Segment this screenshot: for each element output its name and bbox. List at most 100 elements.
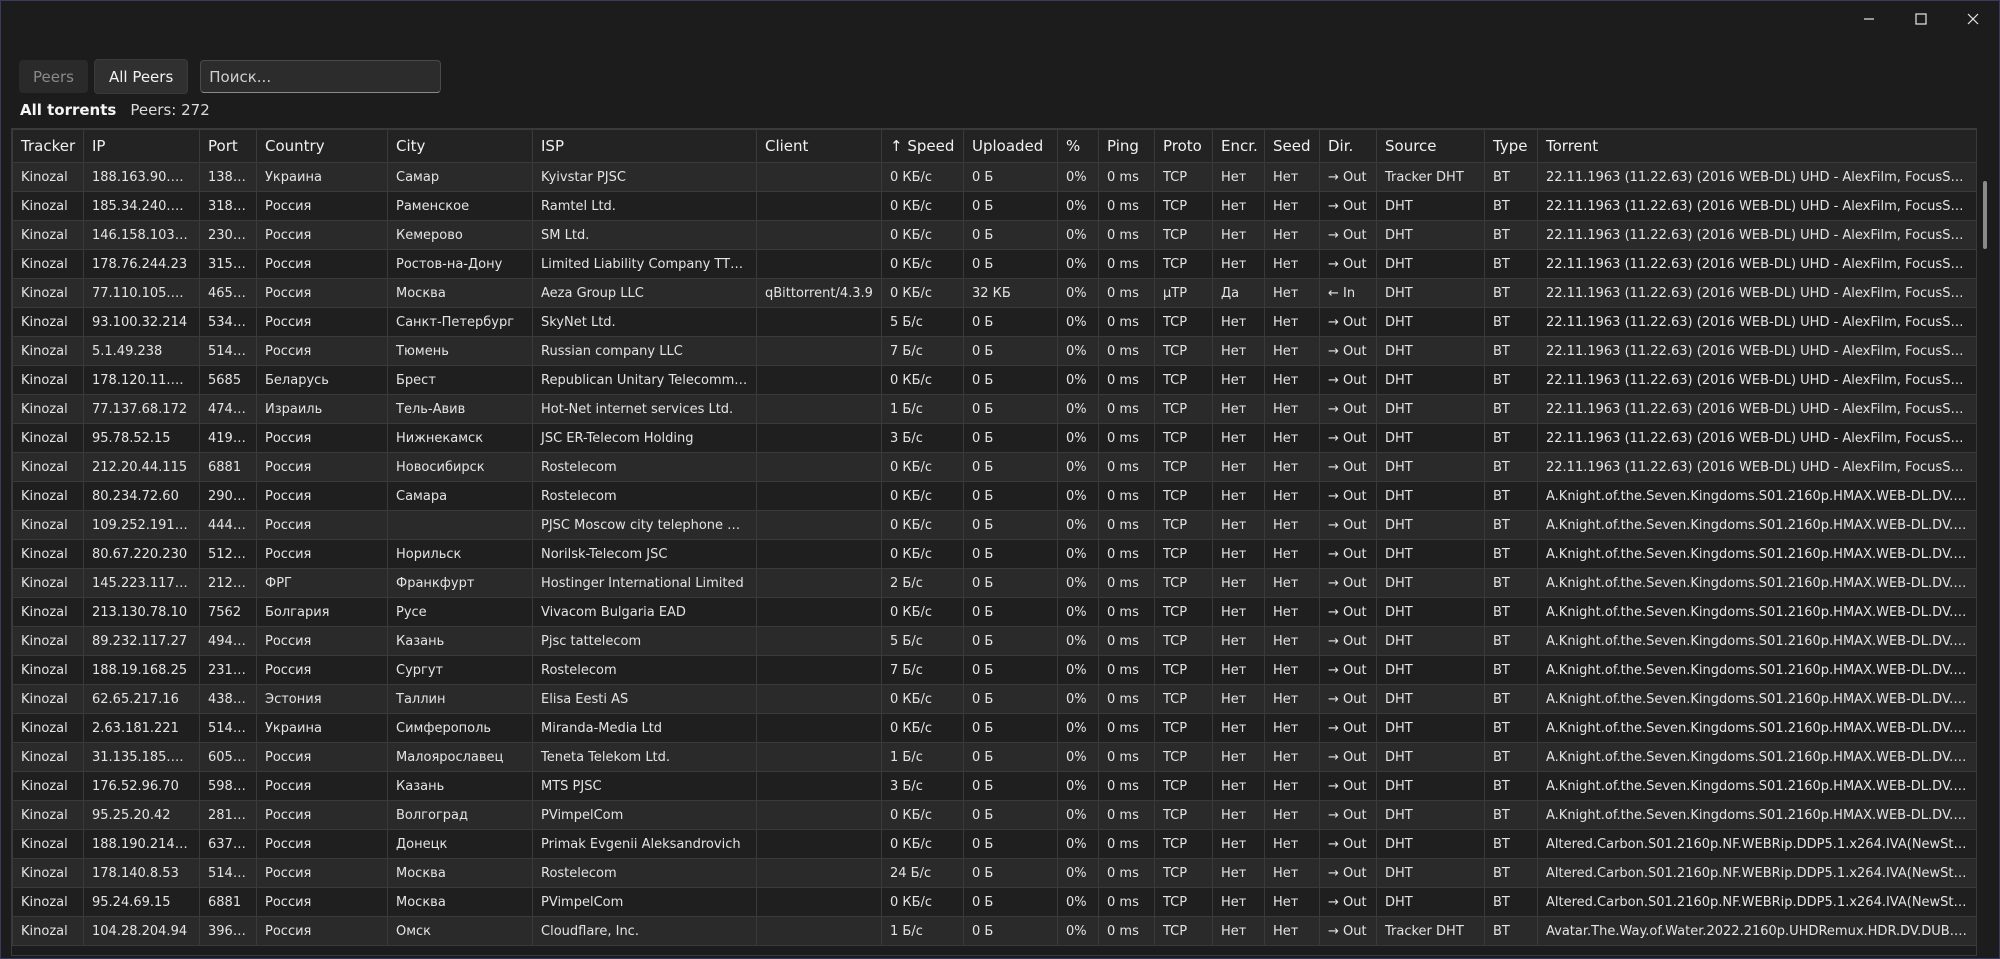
column-header[interactable]: Client	[756, 129, 882, 163]
table-cell: Kinozal	[12, 452, 84, 482]
table-row[interactable]: Kinozal 89.232.117.27 49460 Россия Казань Pjs…	[12, 626, 1976, 656]
table-row[interactable]: Kinozal 80.234.72.60 29073 Россия Самара Rost…	[12, 481, 1976, 511]
table-cell: 145.223.117.21	[83, 568, 200, 598]
column-header[interactable]: Ping	[1098, 129, 1155, 163]
column-header[interactable]: Torrent	[1537, 129, 1976, 163]
table-cell: Нет	[1212, 800, 1265, 830]
table-cell: Нет	[1264, 365, 1320, 395]
table-cell: DHT	[1376, 713, 1485, 743]
table-row[interactable]: Kinozal 178.140.8.53 51413 Россия Москва Rost…	[12, 858, 1976, 888]
table-cell: DHT	[1376, 336, 1485, 366]
table-cell: 1 Б/с	[881, 742, 964, 772]
table-row[interactable]: Kinozal 188.163.90.202 13853 Украина Самар Ky…	[12, 162, 1976, 192]
table-cell: Нет	[1264, 568, 1320, 598]
column-header[interactable]: Port	[199, 129, 257, 163]
table-cell: 22.11.1963 (11.22.63) (2016 WEB-DL) UHD …	[1537, 162, 1976, 192]
table-row[interactable]: Kinozal 178.120.11.250 5685 Беларусь Брест Re…	[12, 365, 1976, 395]
column-header[interactable]: Seed	[1264, 129, 1320, 163]
table-cell: 31885	[199, 191, 257, 221]
table-row[interactable]: Kinozal 188.19.168.25 23186 Россия Сургут Ros…	[12, 655, 1976, 685]
table-cell: DHT	[1376, 684, 1485, 714]
close-button[interactable]	[1947, 1, 1999, 37]
column-header[interactable]: Dir.	[1319, 129, 1377, 163]
column-header[interactable]: Uploaded	[963, 129, 1058, 163]
table-row[interactable]: Kinozal 2.63.181.221 51413 Украина Симферопо…	[12, 713, 1976, 743]
table-cell: 0%	[1057, 307, 1099, 337]
column-header[interactable]: Country	[256, 129, 388, 163]
minimize-button[interactable]	[1843, 1, 1895, 37]
table-cell: 0 ms	[1098, 394, 1155, 424]
table-row[interactable]: Kinozal 95.25.20.42 28176 Россия Волгоград PV…	[12, 800, 1976, 830]
table-cell: DHT	[1376, 597, 1485, 627]
column-header[interactable]: ↑ Speed	[881, 129, 964, 163]
table-row[interactable]: Kinozal 109.252.191.80 44474 Россия PJSC Mos…	[12, 510, 1976, 540]
table-row[interactable]: Kinozal 77.137.68.172 47497 Израиль Тель-Ави…	[12, 394, 1976, 424]
table-cell: Нет	[1212, 336, 1265, 366]
table-cell: 0 ms	[1098, 568, 1155, 598]
table-cell: → Out	[1319, 568, 1377, 598]
table-row[interactable]: Kinozal 77.110.105.220 46569 Россия Москва Ae…	[12, 278, 1976, 308]
column-header[interactable]: Proto	[1154, 129, 1213, 163]
table-row[interactable]: Kinozal 80.67.220.230 51296 Россия Норильск N…	[12, 539, 1976, 569]
table-header-row: Tracker IP Port Country City ISP Client ↑ Speed…	[12, 129, 1976, 163]
search-input[interactable]	[200, 60, 442, 93]
table-cell: Нет	[1264, 394, 1320, 424]
table-row[interactable]: Kinozal 62.65.217.16 43844 Эстония Таллин Eli…	[12, 684, 1976, 714]
table-row[interactable]: Kinozal 185.34.240.213 31885 Россия Раменско…	[12, 191, 1976, 221]
table-row[interactable]: Kinozal 95.78.52.15 41963 Россия Нижнекамск J…	[12, 423, 1976, 453]
table-row[interactable]: Kinozal 5.1.49.238 51413 Россия Тюмень Russia…	[12, 336, 1976, 366]
table-cell: Россия	[256, 916, 388, 946]
table-cell: 0 ms	[1098, 510, 1155, 540]
table-row[interactable]: Kinozal 188.190.214.189 63729 Россия Донецк P…	[12, 829, 1976, 859]
table-cell: Россия	[256, 539, 388, 569]
column-header[interactable]: %	[1057, 129, 1099, 163]
table-cell: → Out	[1319, 829, 1377, 859]
close-icon	[1967, 13, 1979, 25]
table-row[interactable]: Kinozal 93.100.32.214 53455 Россия Санкт-Пет…	[12, 307, 1976, 337]
table-row[interactable]: Kinozal 212.20.44.115 6881 Россия Новосибирс…	[12, 452, 1976, 482]
column-header[interactable]: IP	[83, 129, 200, 163]
table-cell	[756, 742, 882, 772]
table-cell: Hostinger International Limited	[532, 568, 757, 598]
column-header[interactable]: City	[387, 129, 533, 163]
table-row[interactable]: Kinozal 213.130.78.10 7562 Болгария Русе Viva…	[12, 597, 1976, 627]
table-row[interactable]: Kinozal 145.223.117.21 21294 ФРГ Франкфурт Ho…	[12, 568, 1976, 598]
vertical-scrollbar[interactable]	[1983, 181, 1987, 249]
table-cell: Primak Evgenii Aleksandrovich	[532, 829, 757, 859]
table-cell: → Out	[1319, 162, 1377, 192]
column-header[interactable]: Encr.	[1212, 129, 1265, 163]
table-cell: Kinozal	[12, 191, 84, 221]
table-cell: 95.24.69.15	[83, 887, 200, 917]
table-row[interactable]: Kinozal 95.24.69.15 6881 Россия Москва PVimpe…	[12, 887, 1976, 917]
table-cell: Раменское	[387, 191, 533, 221]
table-row[interactable]: Kinozal 178.76.244.23 31577 Россия Ростов-на…	[12, 249, 1976, 279]
table-cell: 0 ms	[1098, 481, 1155, 511]
table-cell: 0%	[1057, 771, 1099, 801]
table-cell: Нет	[1212, 568, 1265, 598]
table-cell: Kinozal	[12, 394, 84, 424]
column-header[interactable]: ISP	[532, 129, 757, 163]
table-row[interactable]: Kinozal 31.135.185.113 60596 Россия Малоярос…	[12, 742, 1976, 772]
table-cell: BT	[1484, 713, 1538, 743]
table-cell: 0%	[1057, 626, 1099, 656]
tab-all-peers[interactable]: All Peers	[93, 59, 189, 94]
column-header[interactable]: Type	[1484, 129, 1538, 163]
table-cell: 0%	[1057, 539, 1099, 569]
maximize-button[interactable]	[1895, 1, 1947, 37]
table-cell: 0 ms	[1098, 597, 1155, 627]
table-cell	[756, 829, 882, 859]
table-cell: 22.11.1963 (11.22.63) (2016 WEB-DL) UHD …	[1537, 307, 1976, 337]
table-cell: Нет	[1212, 887, 1265, 917]
table-cell: Elisa Eesti AS	[532, 684, 757, 714]
table-row[interactable]: Kinozal 104.28.204.94 39601 Россия Омск Cloud…	[12, 916, 1976, 946]
table-cell: 0%	[1057, 510, 1099, 540]
tab-peers[interactable]: Peers	[19, 60, 88, 93]
table-cell: DHT	[1376, 481, 1485, 511]
table-row[interactable]: Kinozal 146.158.103.129 23038 Россия Кемеров…	[12, 220, 1976, 250]
column-header[interactable]: Tracker	[12, 129, 84, 163]
table-row[interactable]: Kinozal 176.52.96.70 59819 Россия Казань MTS …	[12, 771, 1976, 801]
table-cell: Нет	[1212, 510, 1265, 540]
column-header[interactable]: Source	[1376, 129, 1485, 163]
table-cell: BT	[1484, 220, 1538, 250]
table-cell: Нет	[1264, 539, 1320, 569]
